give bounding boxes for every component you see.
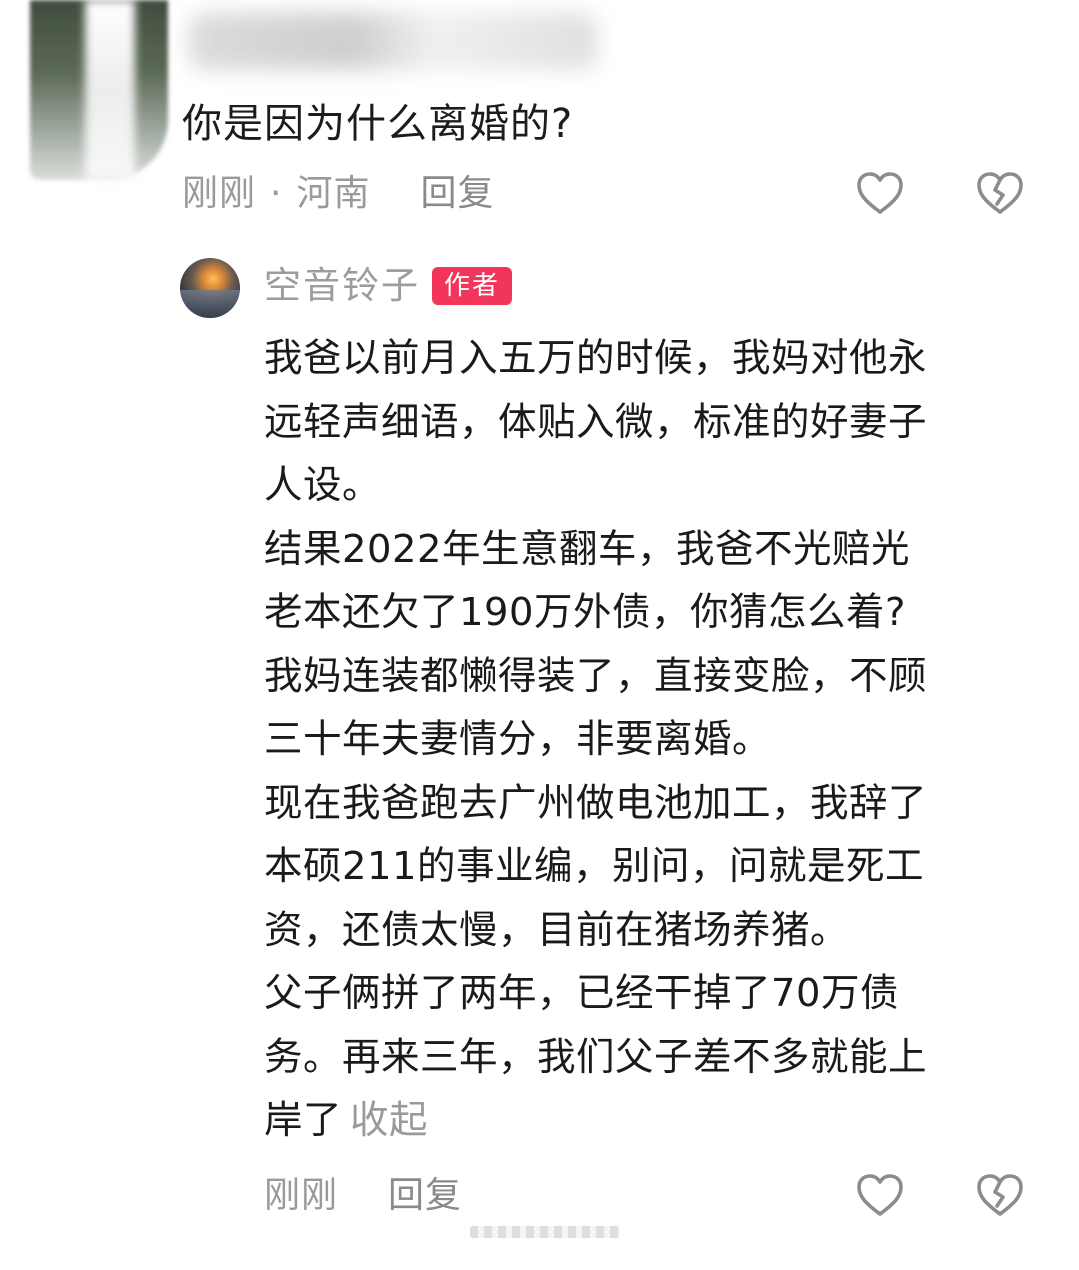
watermark-strip bbox=[470, 1226, 620, 1238]
commenter-name-blurred bbox=[188, 12, 598, 70]
author-name[interactable]: 空音铃子 bbox=[264, 262, 420, 310]
broken-heart-icon[interactable] bbox=[975, 1172, 1025, 1218]
reply-line: 老本还欠了190万外债，你猜怎么着? bbox=[264, 590, 906, 635]
comment-reply-button[interactable]: 回复 bbox=[420, 173, 494, 214]
heart-outline-icon[interactable] bbox=[855, 1172, 905, 1218]
collapse-button[interactable]: 收起 bbox=[350, 1098, 428, 1143]
comment-text: 你是因为什么离婚的? bbox=[182, 101, 574, 147]
reply-time: 刚刚 bbox=[264, 1175, 339, 1216]
reply-line-text: 岸了 bbox=[264, 1098, 343, 1143]
reply-meta: 刚刚 回复 bbox=[264, 1172, 462, 1220]
heart-outline-icon[interactable] bbox=[855, 170, 905, 216]
reply-line: 资，还债太慢，目前在猪场养猪。 bbox=[264, 907, 850, 953]
reply-reply-button[interactable]: 回复 bbox=[388, 1175, 462, 1216]
reply-line: 务。再来三年，我们父子差不多就能上 bbox=[264, 1034, 928, 1080]
reply-line: 我妈连装都懒得装了，直接变脸，不顾 bbox=[264, 653, 928, 699]
comment-location: 河南 bbox=[296, 173, 371, 214]
reply-line: 远轻声细语，体贴入微，标准的好妻子 bbox=[264, 399, 928, 445]
broken-heart-icon[interactable] bbox=[975, 170, 1025, 216]
commenter-avatar-blurred[interactable] bbox=[30, 0, 168, 180]
reply-line: 现在我爸跑去广州做电池加工，我辞了 bbox=[264, 780, 928, 826]
reply-line-last: 岸了 收起 bbox=[264, 1089, 1044, 1153]
reply-line: 人设。 bbox=[264, 463, 382, 508]
author-badge: 作者 bbox=[432, 267, 513, 305]
reply-text: 我爸以前月入五万的时候，我妈对他永 远轻声细语，体贴入微，标准的好妻子 人设。 … bbox=[264, 327, 1044, 1153]
comment-time: 刚刚 bbox=[182, 173, 257, 214]
reply-line: 父子俩拼了两年，已经干掉了70万债 bbox=[264, 971, 899, 1016]
reply-line: 我爸以前月入五万的时候，我妈对他永 bbox=[264, 336, 928, 381]
author-avatar[interactable] bbox=[180, 258, 240, 318]
reply-line: 结果2022年生意翻车，我爸不光赔光 bbox=[264, 526, 910, 572]
reply-line: 本硕211的事业编，别问，问就是死工 bbox=[264, 844, 924, 889]
comment-meta: 刚刚 · 河南 回复 bbox=[182, 170, 495, 218]
reply-line: 三十年夫妻情分，非要离婚。 bbox=[264, 717, 772, 762]
meta-separator: · bbox=[270, 173, 283, 214]
